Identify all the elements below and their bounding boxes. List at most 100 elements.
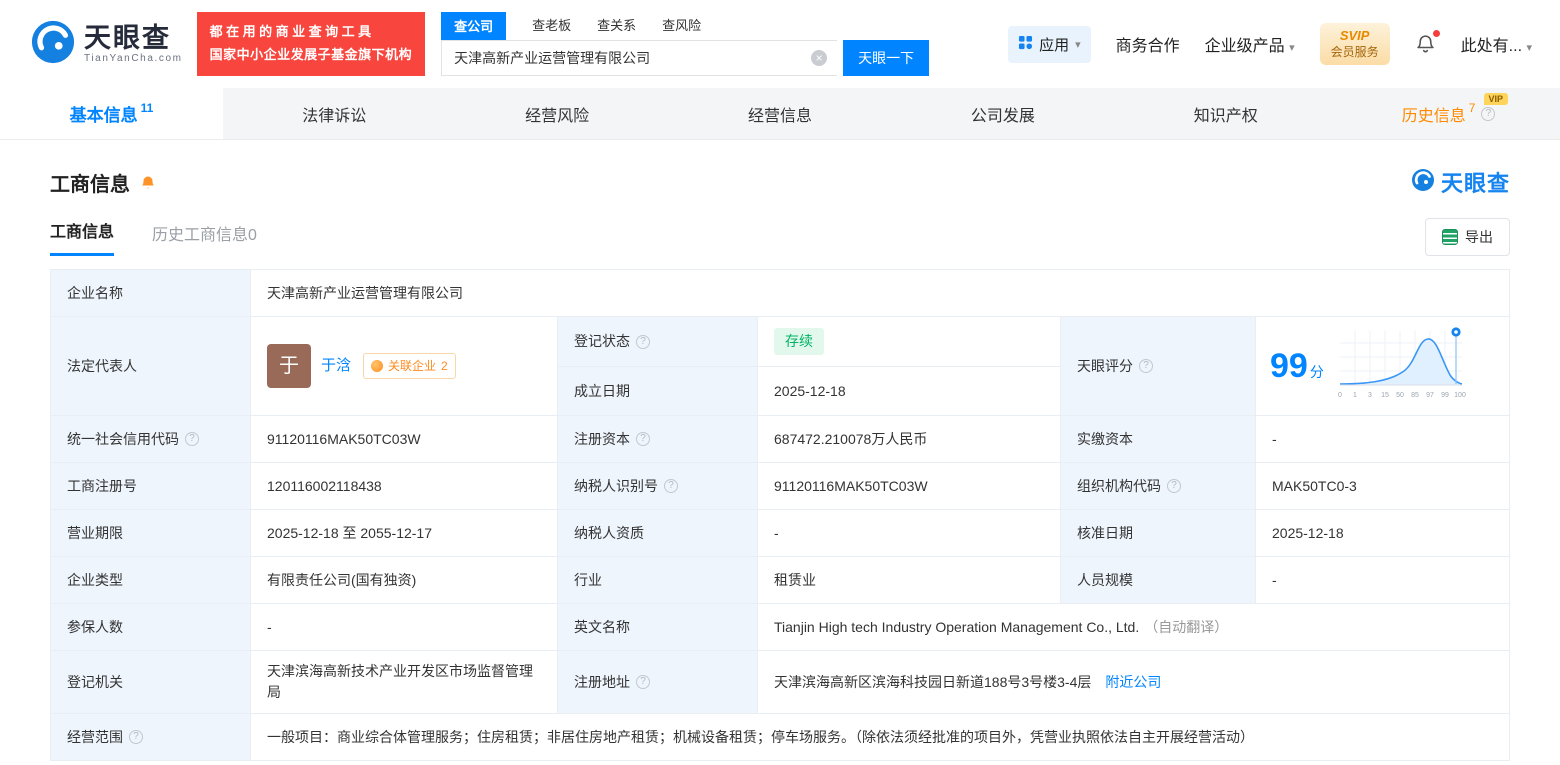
svg-text:97: 97 xyxy=(1426,392,1434,399)
reg-address-label: 注册地址 xyxy=(558,651,758,714)
reg-address-value: 天津滨海高新区滨海科技园日新道188号3号楼3-4层 附近公司 xyxy=(758,651,1510,714)
search-button[interactable]: 天眼一下 xyxy=(843,40,930,76)
business-scope-label: 经营范围 xyxy=(51,714,251,761)
svip-title: SVIP xyxy=(1339,28,1370,44)
help-icon[interactable] xyxy=(636,334,650,349)
section-title: 工商信息 xyxy=(50,173,130,196)
tab-basic-info-label: 基本信息 xyxy=(69,106,138,125)
org-code-label: 组织机构代码 xyxy=(1061,463,1256,510)
help-icon[interactable] xyxy=(636,675,650,689)
taxpayer-qualification-value: - xyxy=(758,510,1061,557)
status-badge: 存续 xyxy=(774,328,824,355)
notification-bell-icon[interactable] xyxy=(1415,30,1440,55)
enterprise-products-label: 企业级产品 xyxy=(1204,38,1285,55)
reg-capital-label: 注册资本 xyxy=(558,416,758,463)
approval-date-value: 2025-12-18 xyxy=(1256,510,1510,557)
tab-legal-label: 法律诉讼 xyxy=(302,107,367,125)
subtab-history-business-info[interactable]: 历史工商信息0 xyxy=(152,221,257,256)
company-type-value: 有限责任公司(国有独资) xyxy=(251,557,558,604)
subtab-business-info[interactable]: 工商信息 xyxy=(50,218,115,256)
tab-basic-info-count: 11 xyxy=(140,100,154,115)
tianyancha-watermark-text: 天眼查 xyxy=(1440,171,1510,196)
svip-subtitle: 会员服务 xyxy=(1330,44,1379,59)
established-date-value: 2025-12-18 xyxy=(758,367,1061,416)
business-scope-value: 一般项目：商业综合体管理服务；住房租赁；非居住房地产租赁；机械设备租赁；停车场服… xyxy=(251,714,1510,761)
business-cooperation-link[interactable]: 商务合作 xyxy=(1116,32,1180,56)
taxpayer-id-label: 纳税人识别号 xyxy=(558,463,758,510)
help-icon[interactable] xyxy=(636,432,650,446)
tab-operation-info-label: 经营信息 xyxy=(748,107,813,125)
chevron-down-icon: ▾ xyxy=(1289,42,1295,54)
related-companies-badge[interactable]: 关联企业 2 xyxy=(363,353,456,379)
staff-size-value: - xyxy=(1256,557,1510,604)
logo-text-cn: 天眼查 xyxy=(84,23,171,54)
export-button[interactable]: 导出 xyxy=(1425,218,1510,256)
chevron-down-icon: ▾ xyxy=(1075,38,1081,51)
help-icon[interactable] xyxy=(1167,479,1181,493)
english-name-label: 英文名称 xyxy=(558,604,758,651)
promo-line1: 都在用的商业查询工具 xyxy=(209,24,375,40)
tianyancha-watermark: 天眼查 xyxy=(1411,166,1510,198)
help-icon[interactable] xyxy=(1481,106,1496,121)
svg-text:15: 15 xyxy=(1381,392,1389,399)
tab-history-info[interactable]: VIP 历史信息 7 xyxy=(1337,88,1560,139)
help-icon[interactable] xyxy=(129,730,143,744)
svg-text:99: 99 xyxy=(1441,392,1449,399)
search-tabs: 查公司 查老板 查关系 查风险 xyxy=(441,12,929,40)
score-label: 天眼评分 xyxy=(1061,317,1256,416)
alert-bell-icon[interactable] xyxy=(139,173,157,192)
tianyancha-logo-icon xyxy=(30,19,76,70)
search-tab-boss[interactable]: 查老板 xyxy=(532,15,571,40)
enterprise-products-menu[interactable]: 企业级产品 ▾ xyxy=(1205,32,1295,56)
legal-rep-avatar[interactable]: 于 xyxy=(267,344,311,388)
score-cell: 99 分 0 1 3 15 50 85 97 99 100 xyxy=(1256,317,1510,416)
tianyancha-logo[interactable]: 天眼查 TianYanCha.com xyxy=(30,19,183,70)
main-content: 工商信息 天眼查 工商信息 历史工商信息0 导出 企业名称 天津高新产业运营管理… xyxy=(0,166,1560,761)
apps-menu[interactable]: 应用 ▾ xyxy=(1008,25,1091,63)
tab-operation-risk[interactable]: 经营风险 xyxy=(446,88,669,139)
tab-legal[interactable]: 法律诉讼 xyxy=(223,88,446,139)
industry-label: 行业 xyxy=(558,557,758,604)
svg-text:0: 0 xyxy=(1338,392,1342,399)
company-type-label: 企业类型 xyxy=(51,557,251,604)
svg-text:3: 3 xyxy=(1368,392,1372,399)
staff-size-label: 人员规模 xyxy=(1061,557,1256,604)
legal-rep-label: 法定代表人 xyxy=(51,317,251,416)
user-menu[interactable]: 此处有... ▾ xyxy=(1461,32,1532,56)
search-tab-company[interactable]: 查公司 xyxy=(441,12,507,40)
tab-company-development-label: 公司发展 xyxy=(970,107,1035,125)
reg-authority-label: 登记机关 xyxy=(51,651,251,714)
search-tab-relation[interactable]: 查关系 xyxy=(597,15,636,40)
help-icon[interactable] xyxy=(1139,359,1153,373)
help-icon[interactable] xyxy=(185,432,199,446)
export-label: 导出 xyxy=(1465,229,1493,245)
apps-grid-icon xyxy=(1018,35,1033,54)
svip-member-button[interactable]: SVIP 会员服务 xyxy=(1319,23,1390,65)
clear-search-icon[interactable]: × xyxy=(811,50,828,66)
promo-line2: 国家中小企业发展子基金旗下机构 xyxy=(209,47,413,62)
help-icon[interactable] xyxy=(664,479,678,493)
tianyancha-watermark-icon xyxy=(1411,168,1435,197)
english-name-value: Tianjin High tech Industry Operation Man… xyxy=(758,604,1510,651)
excel-icon xyxy=(1442,229,1458,245)
search-input[interactable] xyxy=(441,40,838,76)
business-info-table: 企业名称 天津高新产业运营管理有限公司 法定代表人 于 于浛 关联企业 2 登记… xyxy=(50,269,1510,761)
tab-operation-info[interactable]: 经营信息 xyxy=(669,88,892,139)
legal-rep-name-link[interactable]: 于浛 xyxy=(321,355,351,378)
svg-text:100: 100 xyxy=(1454,392,1466,399)
company-name-value: 天津高新产业运营管理有限公司 xyxy=(251,270,1510,317)
tab-intellectual-property[interactable]: 知识产权 xyxy=(1114,88,1337,139)
tab-basic-info[interactable]: 基本信息 11 xyxy=(0,88,223,139)
svg-text:85: 85 xyxy=(1411,392,1419,399)
org-code-value: MAK50TC0-3 xyxy=(1256,463,1510,510)
promo-banner: 都在用的商业查询工具 国家中小企业发展子基金旗下机构 xyxy=(196,12,426,76)
company-nav-tabs: 基本信息 11 法律诉讼 经营风险 经营信息 公司发展 知识产权 VIP 历史信… xyxy=(0,88,1560,140)
search-tab-risk[interactable]: 查风险 xyxy=(662,15,701,40)
reg-authority-value: 天津滨海高新技术产业开发区市场监督管理局 xyxy=(251,651,558,714)
nearby-companies-link[interactable]: 附近公司 xyxy=(1105,672,1161,693)
auto-translate-note: （自动翻译） xyxy=(1144,618,1229,635)
tab-intellectual-property-label: 知识产权 xyxy=(1193,107,1258,125)
tab-company-development[interactable]: 公司发展 xyxy=(891,88,1114,139)
taxpayer-qualification-label: 纳税人资质 xyxy=(558,510,758,557)
tab-history-info-label: 历史信息 xyxy=(1401,107,1466,125)
